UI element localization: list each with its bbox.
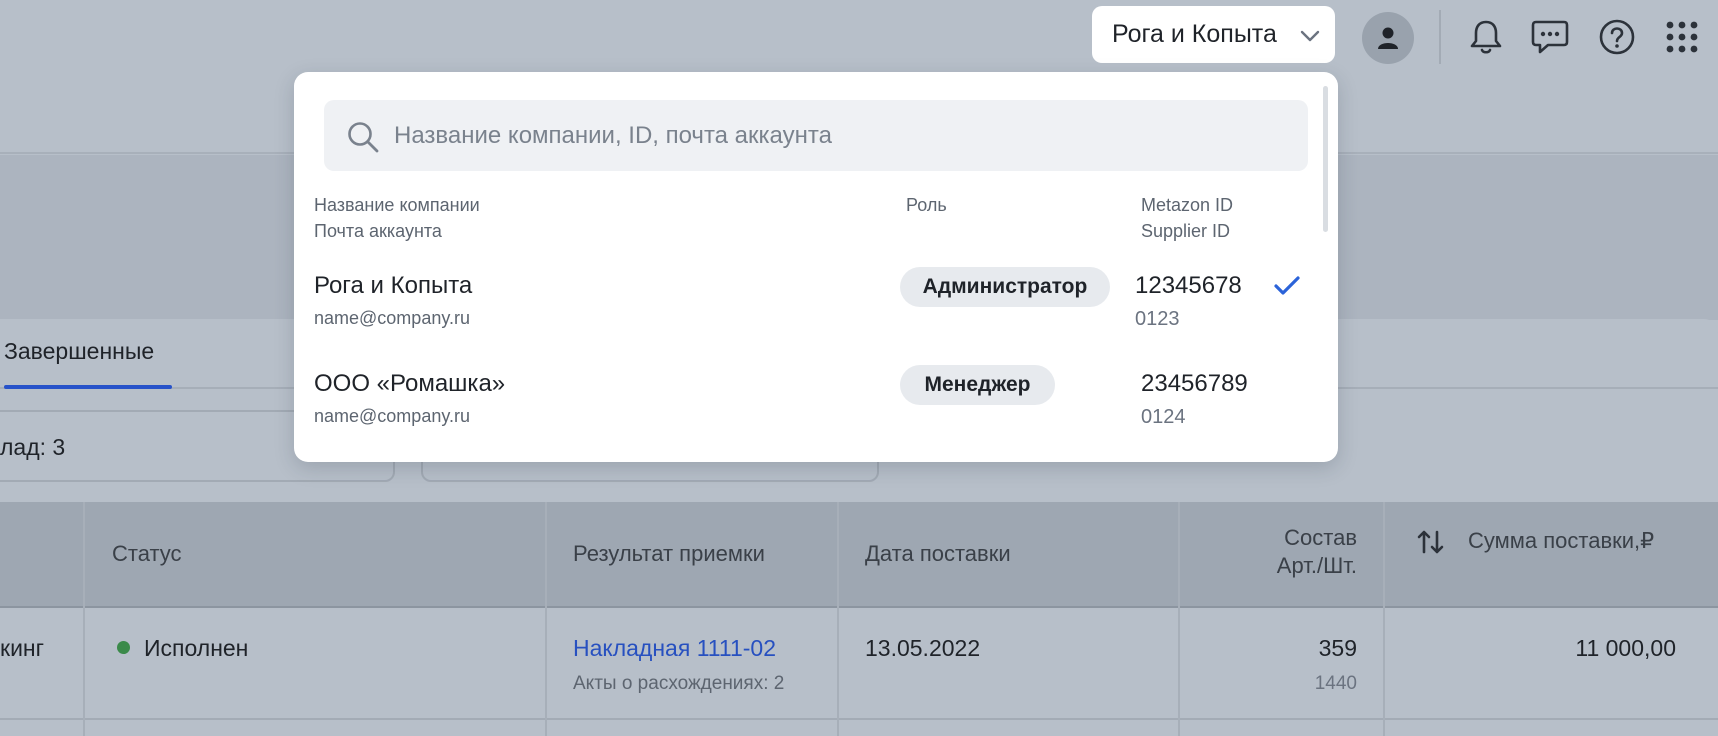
column-company-name: Название компании [314,195,480,215]
cell-pieces: 1440 [1314,673,1357,694]
company-option-supplier-id: 0124 [1141,406,1186,428]
cell-delivery-date: 13.05.2022 [865,635,981,661]
company-option-email: name@company.ru [314,406,471,426]
cell-status: Исполнен [144,635,249,661]
table-row[interactable] [0,610,1718,720]
company-option-name: Рога и Копыта [314,272,473,299]
chat-button[interactable] [1529,16,1571,58]
column-divider [837,502,839,736]
company-option-name: ООО «Ромашка» [314,370,506,397]
company-switcher-dropdown: Название компании Почта аккаунта Роль Me… [294,72,1338,462]
role-badge: Администратор [900,267,1110,307]
company-selector-label: Рога и Копыта [1112,20,1277,48]
column-divider [545,502,547,736]
chat-icon [1531,20,1569,54]
column-divider [83,502,85,736]
notifications-button[interactable] [1465,16,1507,58]
dropdown-scrollbar[interactable] [1323,86,1328,232]
user-icon [1378,27,1398,49]
apps-menu-button[interactable] [1661,16,1703,58]
column-header-composition[interactable]: Состав Арт./Шт. [1277,524,1357,580]
column-header-composition-line1: Состав [1284,525,1357,550]
help-icon [1599,19,1635,55]
filter-warehouse-label: лад: 3 [0,434,66,460]
status-dot [117,641,130,654]
company-search[interactable] [324,100,1308,171]
column-header-composition-line2: Арт./Шт. [1276,553,1357,578]
apps-grid-icon [1666,21,1698,53]
search-icon [348,122,379,153]
chevron-down-icon [1300,30,1320,42]
sort-icon[interactable] [1416,528,1446,556]
column-header-delivery-date[interactable]: Дата поставки [865,540,1011,568]
cell-type: кинг [0,635,45,661]
company-search-input[interactable] [394,100,1284,171]
column-header-acceptance-result[interactable]: Результат приемки [573,540,765,568]
company-option-metazon-id: 23456789 [1141,370,1248,397]
column-header-status[interactable]: Статус [112,540,182,568]
user-avatar-button[interactable] [1362,12,1414,64]
column-account-email: Почта аккаунта [314,221,442,241]
dropdown-column-ids: Metazon ID Supplier ID [1141,192,1233,244]
company-option-supplier-id: 0123 [1135,308,1180,330]
discrepancy-acts: Акты о расхождениях: 2 [573,673,785,694]
cell-delivery-sum: 11 000,00 [1575,635,1676,661]
help-button[interactable] [1596,16,1638,58]
company-selector[interactable]: Рога и Копыта [1092,6,1335,63]
table-header [0,502,1718,608]
role-badge: Менеджер [900,365,1055,405]
column-divider [1383,502,1385,736]
company-option-email: name@company.ru [314,308,471,328]
active-tab-indicator [4,385,172,389]
dropdown-column-company: Название компании Почта аккаунта [314,192,480,244]
column-metazon-id: Metazon ID [1141,195,1234,215]
header-divider [1439,10,1441,64]
tab-completed[interactable]: Завершенные [4,338,154,365]
invoice-link[interactable]: Накладная 1111-02 [573,635,776,662]
cell-articles: 359 [1318,635,1357,661]
column-header-delivery-sum[interactable]: Сумма поставки,₽ [1468,527,1654,555]
column-role: Роль [906,195,947,215]
bell-icon [1470,20,1502,54]
selected-check-icon [1274,276,1300,295]
company-option-metazon-id: 12345678 [1135,272,1242,299]
column-supplier-id: Supplier ID [1141,221,1231,241]
column-divider [1178,502,1180,736]
